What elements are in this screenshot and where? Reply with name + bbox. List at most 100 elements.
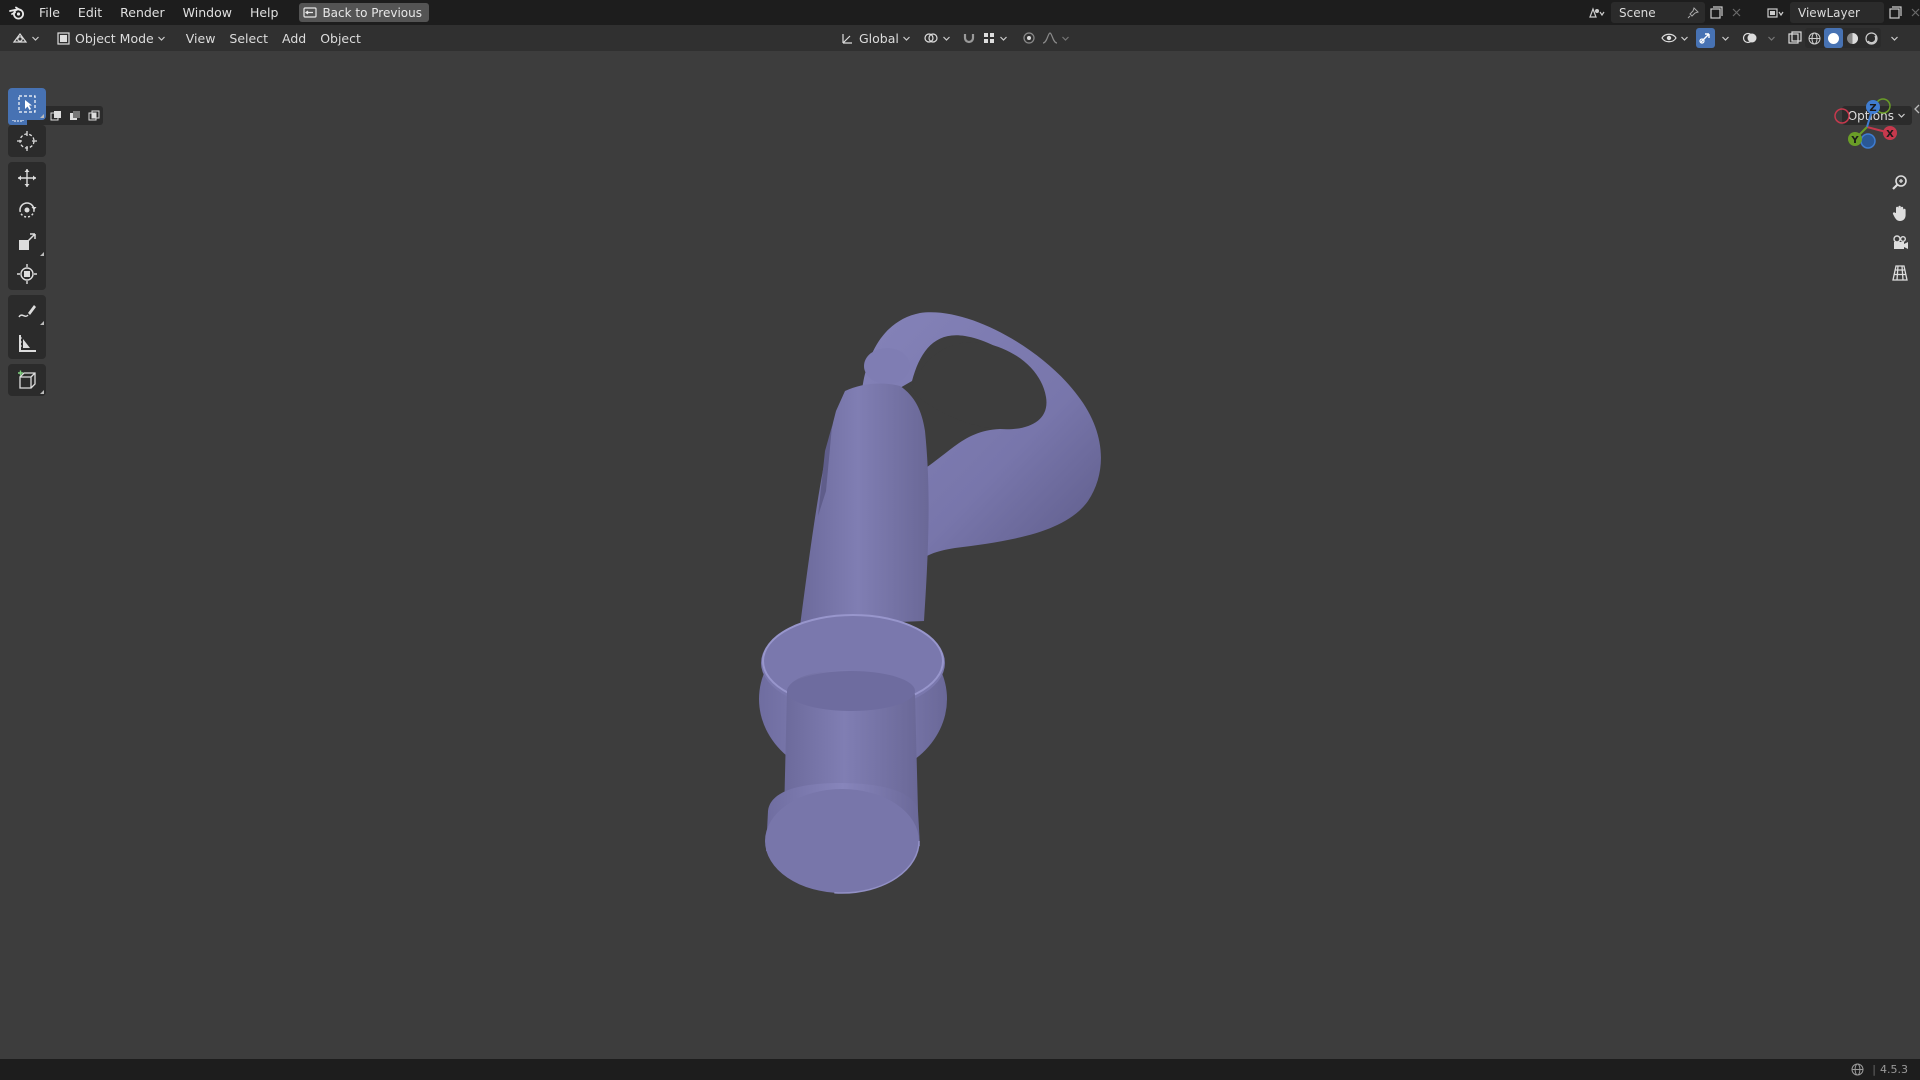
hook-object[interactable] <box>700 251 1160 911</box>
top-bar: File Edit Render Window Help Back to Pre… <box>0 0 1920 25</box>
menu-object[interactable]: Object <box>313 28 368 48</box>
snap-toggle[interactable] <box>959 28 979 48</box>
y-axis-label: Y <box>1850 135 1859 146</box>
select-intersect-button[interactable] <box>84 106 103 125</box>
select-invert-button[interactable] <box>65 106 84 125</box>
annotate-icon <box>18 305 36 318</box>
view-layer-browse-button[interactable] <box>1762 2 1790 23</box>
pan-button[interactable] <box>1888 201 1912 225</box>
mode-label: Object Mode <box>75 30 154 46</box>
measure-icon <box>19 335 36 352</box>
delete-scene-button[interactable] <box>1727 2 1745 23</box>
pin-icon[interactable] <box>1687 6 1699 19</box>
snap-target-selector[interactable] <box>979 28 1011 48</box>
tool-annotate[interactable] <box>8 295 46 327</box>
menu-edit[interactable]: Edit <box>69 0 111 25</box>
menu-render[interactable]: Render <box>111 0 174 25</box>
gizmo-icon <box>1699 33 1710 44</box>
scene-browse-button[interactable] <box>1583 2 1611 23</box>
menu-help[interactable]: Help <box>241 0 288 25</box>
menu-file[interactable]: File <box>30 0 69 25</box>
shading-options[interactable] <box>1885 28 1901 48</box>
proportional-edit-icon <box>1023 32 1035 44</box>
negative-x-axis-handle[interactable] <box>1834 108 1850 124</box>
eye-icon <box>1661 33 1677 43</box>
delete-view-layer-button[interactable] <box>1906 2 1920 23</box>
wireframe-shading-button[interactable] <box>1805 28 1824 48</box>
z-axis-label: Z <box>1869 103 1876 114</box>
menu-window[interactable]: Window <box>174 0 241 25</box>
solid-sphere-icon <box>1828 32 1839 44</box>
overlays-options[interactable] <box>1761 28 1779 48</box>
viewport-header: Object Mode View Select Add Object Globa… <box>0 25 1920 51</box>
scene-selector: Scene <box>1583 2 1745 23</box>
navigation-gizmo[interactable]: X Z Y <box>1823 91 1908 161</box>
negative-z-axis-handle[interactable] <box>1860 133 1876 149</box>
object-mode-icon <box>57 31 70 45</box>
pivot-point-selector[interactable] <box>919 28 955 48</box>
camera-icon <box>1893 235 1908 249</box>
solid-shading-button[interactable] <box>1824 28 1843 48</box>
tool-measure[interactable] <box>8 327 46 359</box>
hand-icon <box>1892 205 1906 221</box>
magnet-icon <box>963 34 974 44</box>
new-view-layer-button[interactable] <box>1884 2 1906 23</box>
tool-cursor[interactable] <box>8 125 46 157</box>
render-layers-icon <box>1767 7 1784 18</box>
back-to-previous-button[interactable]: Back to Previous <box>299 3 429 22</box>
chevron-down-icon <box>157 36 165 41</box>
tool-add-cube[interactable] <box>8 364 46 396</box>
tool-select-box[interactable] <box>8 88 46 120</box>
shading-mode-group <box>1805 28 1881 48</box>
view-layer-name: ViewLayer <box>1798 5 1860 20</box>
duplicate-icon <box>1888 6 1902 19</box>
snap-grid-icon <box>983 33 994 43</box>
editor-type-button[interactable] <box>8 28 44 48</box>
mode-selector[interactable]: Object Mode <box>50 28 173 48</box>
screen-back-icon <box>303 6 318 18</box>
tool-options-indicator <box>40 321 44 325</box>
menu-add[interactable]: Add <box>275 28 313 48</box>
zoom-button[interactable] <box>1888 171 1912 195</box>
overlays-toggle[interactable] <box>1739 28 1761 48</box>
rendered-sphere-icon <box>1865 31 1878 45</box>
sidebar-toggle[interactable] <box>1912 101 1920 117</box>
chevron-down-icon <box>902 36 910 41</box>
gizmo-toggle[interactable] <box>1696 28 1715 48</box>
back-to-previous-label: Back to Previous <box>322 5 422 20</box>
close-icon <box>1911 8 1919 17</box>
tool-scale[interactable] <box>8 226 46 258</box>
pivot-icon <box>924 33 938 43</box>
globe-icon <box>1851 1063 1864 1076</box>
visibility-selector[interactable] <box>1658 28 1692 48</box>
tool-shelf <box>8 88 46 401</box>
tool-move[interactable] <box>8 162 46 194</box>
view-layer-selector: ViewLayer <box>1762 2 1920 23</box>
view-layer-name-field[interactable]: ViewLayer <box>1790 2 1884 23</box>
select-subtract-button[interactable] <box>46 106 65 125</box>
select-subtract-icon <box>50 110 61 120</box>
proportional-falloff-selector[interactable] <box>1039 28 1073 48</box>
tool-options-indicator <box>40 114 44 118</box>
tool-rotate[interactable] <box>8 194 46 226</box>
proportional-editing-toggle[interactable] <box>1019 28 1039 48</box>
material-sphere-icon <box>1847 32 1858 44</box>
material-preview-button[interactable] <box>1843 28 1862 48</box>
new-scene-button[interactable] <box>1705 2 1727 23</box>
xray-toggle[interactable] <box>1785 28 1805 48</box>
3d-viewport[interactable]: Options <box>0 51 1920 1059</box>
menu-select[interactable]: Select <box>222 28 275 48</box>
camera-view-button[interactable] <box>1888 231 1912 255</box>
orientation-global-icon <box>842 34 852 44</box>
zoom-icon <box>1892 175 1907 190</box>
main-menu: File Edit Render Window Help <box>30 0 287 25</box>
blender-logo-icon[interactable] <box>6 0 28 25</box>
menu-view[interactable]: View <box>179 28 223 48</box>
tool-transform[interactable] <box>8 258 46 290</box>
move-icon <box>18 169 36 187</box>
gizmo-options[interactable] <box>1715 28 1733 48</box>
transform-orientation-selector[interactable]: Global <box>836 28 915 48</box>
scene-name-field[interactable]: Scene <box>1611 2 1705 23</box>
perspective-toggle-button[interactable] <box>1888 261 1912 285</box>
rendered-shading-button[interactable] <box>1862 28 1881 48</box>
